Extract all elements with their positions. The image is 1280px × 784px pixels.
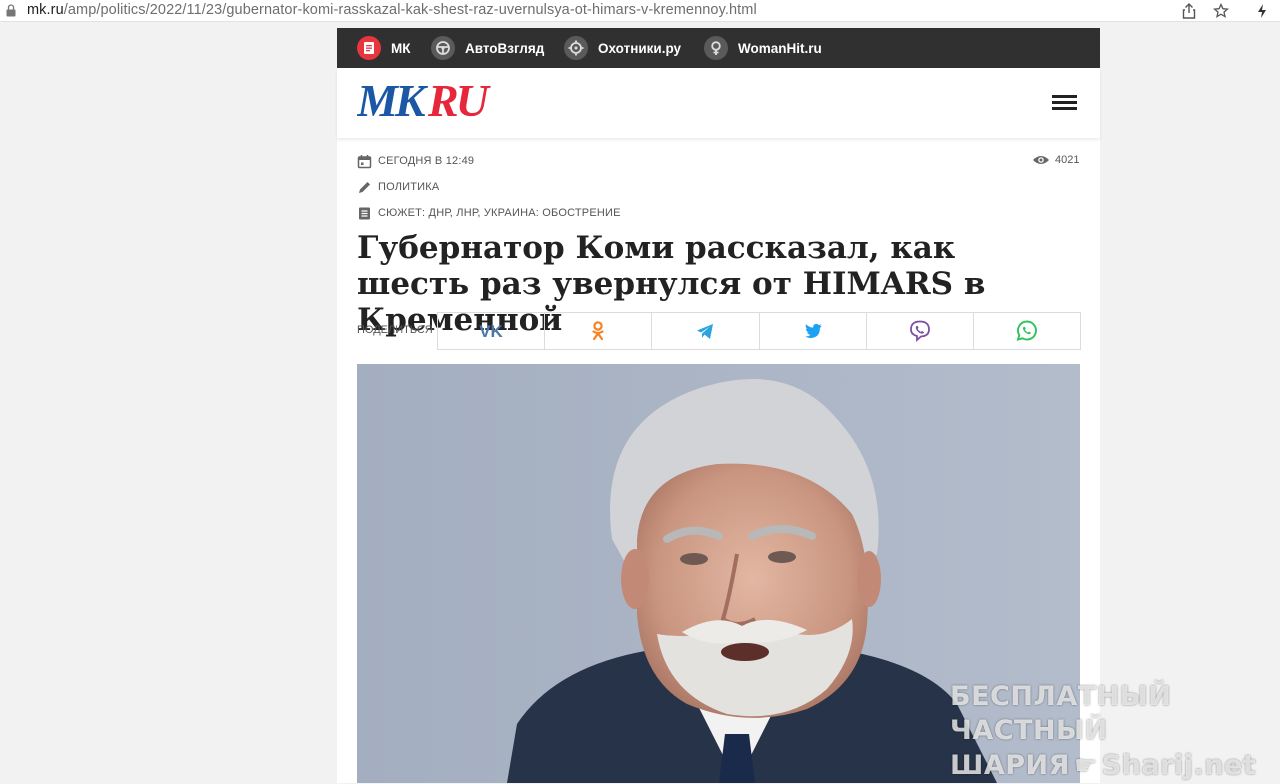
svg-text:RU: RU xyxy=(427,76,492,122)
watermark-line2-left: ШАРИЯ xyxy=(950,750,1070,781)
network-item-avtovzglyad[interactable]: АвтоВзгляд xyxy=(431,36,544,60)
network-item-mk[interactable]: МК xyxy=(357,36,411,60)
twitter-icon xyxy=(804,323,822,339)
article-date: сегодня в 12:49 xyxy=(357,153,474,169)
url-text[interactable]: mk.ru/amp/politics/2022/11/23/gubernator… xyxy=(27,2,757,18)
site-header: MK RU xyxy=(337,68,1100,138)
share-icon xyxy=(1182,3,1196,19)
share-label: поделиться xyxy=(357,324,433,336)
network-item-label: Охотники.ру xyxy=(598,40,682,56)
share-whatsapp-button[interactable] xyxy=(974,313,1080,349)
article-date-text: сегодня в 12:49 xyxy=(378,155,475,167)
pencil-icon xyxy=(359,181,370,193)
article-story[interactable]: сюжет: ДНР, ЛНР, Украина: обострение xyxy=(357,205,621,221)
network-item-womanhit[interactable]: WomanHit.ru xyxy=(704,36,822,60)
network-item-label: АвтоВзгляд xyxy=(465,40,545,56)
watermark-line2: ШАРИЯ ☛ Sharij.net xyxy=(950,748,1256,784)
crosshair-icon xyxy=(564,36,588,60)
network-item-label: WomanHit.ru xyxy=(738,40,822,56)
watermark-line1: БЕСПЛАТНЫЙ ЧАСТНЫЙ xyxy=(950,681,1172,746)
odnoklassniki-icon xyxy=(592,321,604,341)
mk-doc-icon xyxy=(357,36,381,60)
svg-text:MK: MK xyxy=(357,76,429,122)
document-icon xyxy=(359,207,370,219)
steering-wheel-icon xyxy=(431,36,455,60)
views-counter: 4021 xyxy=(1032,152,1079,168)
star-icon xyxy=(1213,3,1229,18)
article-rubric-text: политика xyxy=(378,181,440,193)
url-host: mk.ru xyxy=(27,2,64,18)
url-path: /amp/politics/2022/11/23/gubernator-komi… xyxy=(63,2,757,18)
hamburger-icon xyxy=(1052,95,1077,98)
vk-icon: VK xyxy=(479,322,503,341)
pointing-hand-icon: ☛ xyxy=(1073,751,1098,781)
eye-icon xyxy=(1033,156,1049,164)
viber-icon xyxy=(909,320,930,342)
share-viber-button[interactable] xyxy=(867,313,974,349)
network-bar: МК АвтоВзгляд Охотники.ру WomanHit.ru xyxy=(337,28,1100,68)
calendar-icon xyxy=(357,154,372,168)
article-page: МК АвтоВзгляд Охотники.ру WomanHit.ru MK… xyxy=(337,28,1100,783)
article-story-text: сюжет: ДНР, ЛНР, Украина: обострение xyxy=(378,207,621,219)
share-vk-button[interactable]: VK xyxy=(438,313,546,349)
watermark-line2-right: Sharij.net xyxy=(1101,750,1257,781)
mkru-logo[interactable]: MK RU xyxy=(357,76,502,122)
network-item-label: МК xyxy=(391,40,411,56)
bookmark-button[interactable] xyxy=(1212,2,1230,20)
whatsapp-icon xyxy=(1016,320,1037,341)
lightning-icon xyxy=(1258,4,1266,18)
share-buttons: VK xyxy=(437,312,1081,350)
extension-button[interactable] xyxy=(1253,2,1271,20)
menu-button[interactable] xyxy=(1052,95,1077,111)
female-symbol-icon xyxy=(704,36,728,60)
svg-text:VK: VK xyxy=(479,322,503,341)
share-twitter-button[interactable] xyxy=(760,313,867,349)
share-telegram-button[interactable] xyxy=(652,313,760,349)
network-item-ohotniki[interactable]: Охотники.ру xyxy=(564,36,681,60)
browser-address-bar[interactable]: mk.ru/amp/politics/2022/11/23/gubernator… xyxy=(0,0,1280,22)
article-rubric[interactable]: политика xyxy=(357,179,439,195)
views-count: 4021 xyxy=(1055,154,1080,166)
lock-icon xyxy=(6,4,16,17)
share-odnoklassniki-button[interactable] xyxy=(545,313,653,349)
telegram-icon xyxy=(697,324,714,339)
share-page-button[interactable] xyxy=(1180,2,1198,20)
watermark: БЕСПЛАТНЫЙ ЧАСТНЫЙ ШАРИЯ ☛ Sharij.net xyxy=(950,680,1256,784)
